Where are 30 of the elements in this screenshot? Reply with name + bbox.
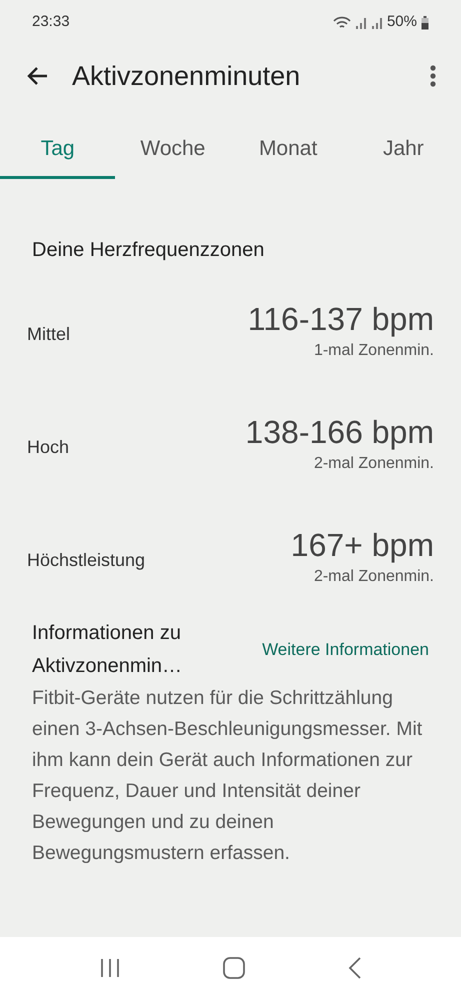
back-arrow-icon: [26, 66, 48, 86]
battery-percentage: 50%: [386, 12, 417, 32]
section-title: Deine Herzfrequenzzonen: [32, 239, 264, 261]
tab[interactable]: Jahr: [346, 121, 461, 179]
battery-icon: [421, 16, 429, 30]
zone-range: 167+ bpm: [290, 526, 434, 565]
home-icon[interactable]: [222, 957, 244, 979]
zone-name: Hoch: [27, 436, 70, 458]
info-title: Informationen zu Aktivzonenmin…: [32, 621, 184, 679]
page-title: Aktivzonenminuten: [72, 60, 302, 93]
signal-icon: [354, 16, 367, 28]
tab[interactable]: Tag: [0, 121, 116, 179]
tab[interactable]: Monat: [230, 121, 346, 179]
wifi-icon: [332, 16, 351, 30]
more-info-link[interactable]: Weitere Informationen: [262, 637, 429, 663]
zone-note: 1-mal Zonenmin.: [314, 341, 434, 361]
zone-note: 2-mal Zonenmin.: [314, 454, 434, 474]
recent-apps-icon[interactable]: [100, 958, 120, 978]
signal-icon: [370, 16, 383, 28]
info-paragraph: Fitbit-Geräte nutzen für die Schrittzählung einen 3-Achsen-Beschleunigungsmesser. Mit ihm kann dein Gerät auch Informationen zur Frequenz, Dauer und Intensität deiner Bewegungen und zu deinen Bewegungsmustern erfassen.: [31, 686, 424, 866]
zone-range: 116-137 bpm: [248, 300, 434, 339]
more-options-icon: [430, 65, 436, 87]
zone-name: Mittel: [27, 322, 70, 346]
tab[interactable]: Woche: [115, 121, 230, 179]
zone-note: 2-mal Zonenmin.: [314, 567, 434, 587]
more-options-button[interactable]: [429, 64, 437, 88]
back-icon[interactable]: [348, 957, 362, 979]
zone-name: Höchstleistung: [27, 548, 146, 572]
zone-range: 138-166 bpm: [245, 413, 434, 452]
status-time: 23:33: [32, 12, 70, 32]
